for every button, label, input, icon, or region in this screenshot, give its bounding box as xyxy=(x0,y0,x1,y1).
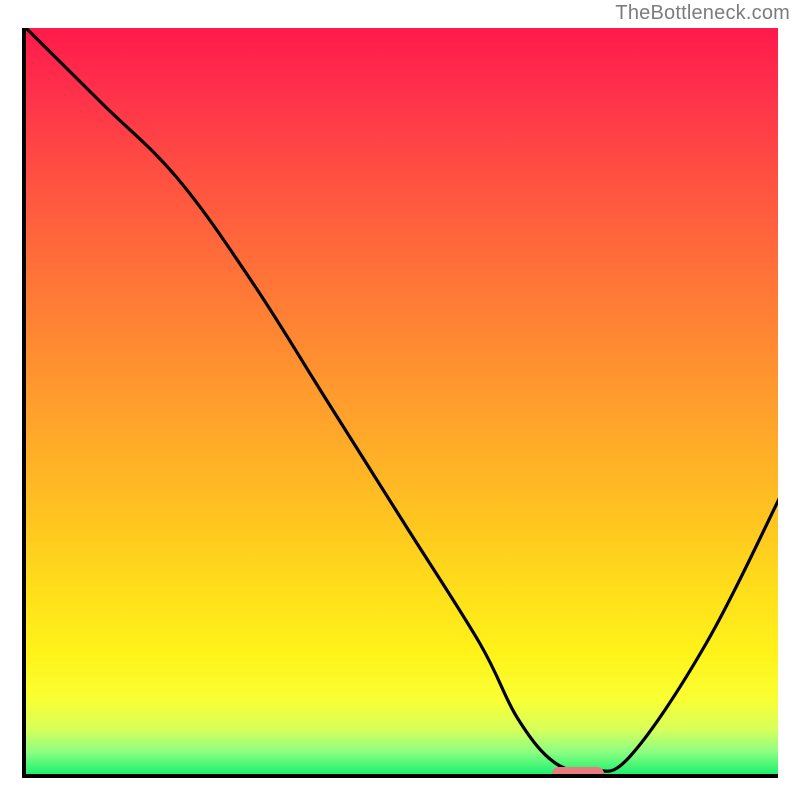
chart-container: TheBottleneck.com xyxy=(0,0,800,800)
optimal-marker xyxy=(552,767,604,778)
attribution-watermark: TheBottleneck.com xyxy=(615,2,790,25)
plot-area xyxy=(22,28,778,778)
bottleneck-curve xyxy=(26,28,778,771)
curve-svg xyxy=(26,28,778,778)
